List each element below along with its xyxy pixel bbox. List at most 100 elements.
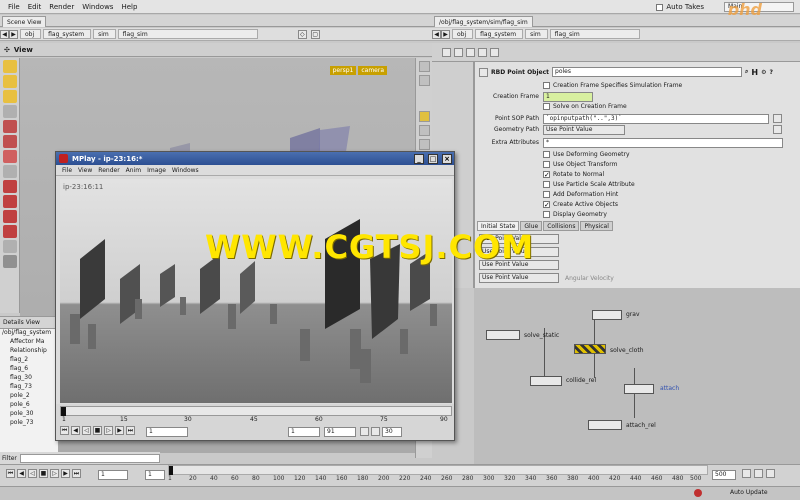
audio-icon[interactable] [742,469,751,478]
option-checkbox[interactable] [543,211,550,218]
mplay-frame-field[interactable]: 1 [146,427,188,437]
crumb-flag-sim[interactable]: flag_sim [117,29,258,39]
mplay-menu-file[interactable]: File [62,167,72,174]
tree-item[interactable]: pole_6 [0,401,58,410]
filter-input[interactable] [19,453,160,463]
crumb-flag-system[interactable]: flag_system [43,29,92,39]
tree-item[interactable]: /obj/flag_system [0,329,58,338]
persp-camera-label[interactable]: persp1 [329,66,357,75]
option-checkbox[interactable] [543,181,550,188]
node-solve-static[interactable] [486,330,520,340]
node-solve-cloth[interactable] [574,344,606,354]
move-tool-icon[interactable] [3,105,17,118]
crumb-obj[interactable]: obj [452,29,474,39]
pose-tool-icon[interactable] [3,90,17,103]
crumb-obj[interactable]: obj [20,29,42,39]
tree-item[interactable]: flag_2 [0,356,58,365]
search-icon[interactable]: ⌕ [745,68,748,76]
mplay-menu-anim[interactable]: Anim [126,167,141,174]
tab-physical[interactable]: Physical [580,221,613,231]
measure-tool-icon[interactable] [3,240,17,253]
auto-takes[interactable]: Auto Takes [656,3,704,11]
option-checkbox[interactable] [543,201,550,208]
tree-item[interactable]: flag_73 [0,383,58,392]
handle-tool-icon[interactable] [3,165,17,178]
play-icon[interactable]: ▷ [50,469,59,478]
op-chooser-icon[interactable] [773,125,782,134]
network-view[interactable]: grav solve_static solve_cloth collide_re… [474,288,800,464]
fps-icon[interactable] [371,427,380,436]
record-icon[interactable] [694,489,702,497]
mplay-range-start[interactable]: 1 [288,427,320,437]
node-collide-rel[interactable] [530,376,562,386]
tab-scene-view[interactable]: Scene View [2,16,47,27]
time-cursor[interactable] [169,466,173,475]
crumb-flag-system[interactable]: flag_system [475,29,524,39]
lock-camera-icon[interactable] [419,61,430,72]
info-icon[interactable]: ? [769,69,772,76]
auto-takes-checkbox[interactable] [656,3,664,11]
maximize-icon[interactable]: □ [428,153,438,164]
view-label[interactable]: View [14,46,33,54]
node-attach[interactable] [624,384,654,394]
tree-item[interactable]: pole_73 [0,419,58,428]
end-frame-field[interactable]: 500 [712,470,736,480]
jump-end-icon[interactable]: ⏭ [126,426,135,435]
mplay-menu-image[interactable]: Image [147,167,166,174]
crumb-sim[interactable]: sim [525,29,548,39]
mplay-ruler[interactable] [60,406,452,416]
brush-tool-icon[interactable] [3,225,17,238]
realtime-icon[interactable] [360,427,369,436]
wireframe-icon[interactable] [419,125,430,136]
stop-icon[interactable]: ■ [39,469,48,478]
gear-icon[interactable]: ⚙ [761,69,766,76]
mplay-menu-view[interactable]: View [78,167,92,174]
tree-item[interactable]: flag_6 [0,365,58,374]
menu-render[interactable]: Render [49,3,74,11]
snap-tool-icon[interactable] [3,255,17,268]
menu-edit[interactable]: Edit [28,3,42,11]
lock-icon[interactable] [490,47,499,57]
back-arrow-icon[interactable]: ◀ [432,29,441,39]
rotate-tool-icon[interactable] [3,120,17,133]
node-attach-rel[interactable] [588,420,622,430]
select-tool-icon[interactable] [3,60,17,73]
cube-icon[interactable]: ◇ [297,29,307,39]
node-grav[interactable] [592,310,622,320]
crumb-sim[interactable]: sim [93,29,116,39]
transform-tool-icon[interactable] [3,150,17,163]
timeline-ruler[interactable] [168,465,708,475]
sculpt-tool-icon[interactable] [3,210,17,223]
play-back-icon[interactable]: ◁ [82,426,91,435]
minimize-icon[interactable]: _ [414,153,424,164]
creation-frame-specifies-checkbox[interactable] [543,82,550,89]
mplay-fps-field[interactable]: 30 [382,427,402,437]
geometry-path-dropdown[interactable]: Use Point Value [543,125,625,135]
home-view-icon[interactable] [419,75,430,86]
pin-icon[interactable] [478,47,487,57]
mplay-menu-windows[interactable]: Windows [172,167,199,174]
shaded-icon[interactable] [419,139,430,150]
mplay-time-cursor[interactable] [61,407,66,416]
step-back-icon[interactable]: ◀ [71,426,80,435]
jump-start-icon[interactable]: ⏮ [60,426,69,435]
layout-icon[interactable] [466,47,475,57]
tree-item[interactable]: pole_2 [0,392,58,401]
creation-frame-field[interactable]: 1 [543,92,593,102]
option-checkbox[interactable] [543,151,550,158]
extra-attr-field[interactable]: * [543,138,783,148]
mplay-menu-render[interactable]: Render [98,167,119,174]
point-sop-field[interactable]: `opinputpath("..",3)` [543,114,769,124]
display-icon[interactable]: ▢ [310,29,320,39]
tree-item[interactable]: flag_30 [0,374,58,383]
tab-collisions[interactable]: Collisions [543,221,580,231]
menu-file[interactable]: File [8,3,20,11]
step-forward-icon[interactable]: ▶ [61,469,70,478]
node-name-field[interactable]: poles [552,67,743,77]
start-frame-field[interactable]: 1 [145,470,165,480]
list-icon[interactable] [454,47,463,57]
camera-label[interactable]: camera [358,66,387,75]
scale-tool-icon[interactable] [3,135,17,148]
play-icon[interactable]: ▷ [104,426,113,435]
jump-start-icon[interactable]: ⏮ [6,469,15,478]
